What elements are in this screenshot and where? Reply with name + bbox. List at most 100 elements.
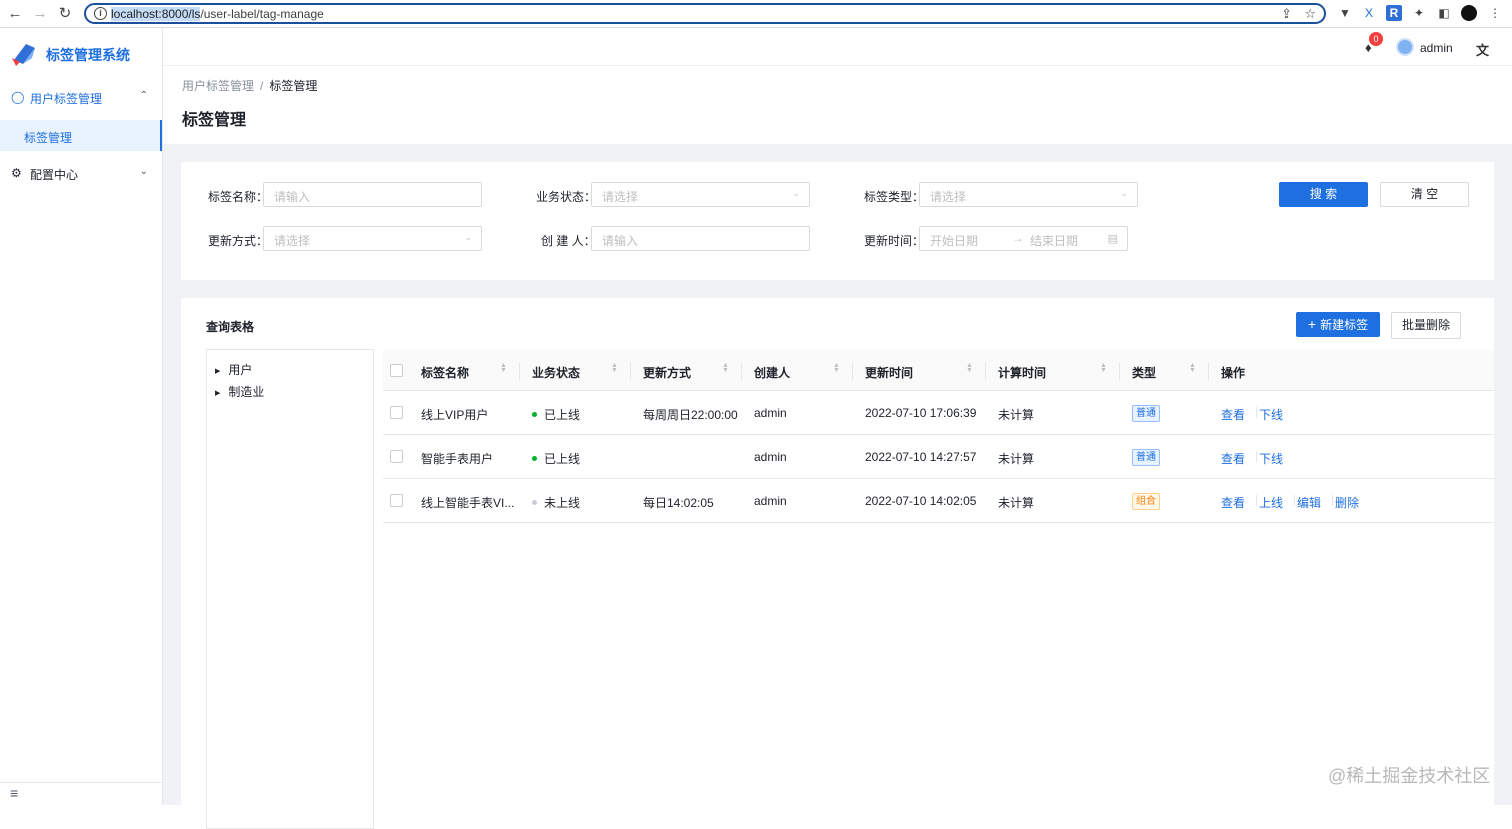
chevron-up-icon: ⌃	[139, 90, 148, 101]
gear-icon: ⚙	[11, 166, 22, 180]
extension-r-icon[interactable]: R	[1386, 5, 1402, 21]
updated-cell: 2022-07-10 17:06:39	[865, 406, 977, 420]
menu-group-user-tags[interactable]: ◯ 用户标签管理 ⌃	[0, 78, 162, 118]
search-button[interactable]: 搜 索	[1279, 182, 1368, 207]
updated-cell: 2022-07-10 14:02:05	[865, 494, 977, 508]
update-mode-cell: 每日14:02:05	[643, 496, 714, 510]
forward-icon[interactable]: →	[30, 4, 50, 24]
biz-status-select[interactable]: 请选择 ⌄	[591, 182, 810, 207]
creator-label: 创 建 人：	[541, 234, 596, 248]
share-icon[interactable]: ⇪	[1281, 6, 1292, 22]
browser-toolbar: ← → ↻ i localhost:8000/ls/user-label/tag…	[0, 0, 1512, 28]
sidebar-item-tag-manage[interactable]: 标签管理	[0, 120, 162, 151]
url-text[interactable]: localhost:8000/ls/user-label/tag-manage	[111, 7, 324, 21]
status-cell: 已上线	[532, 450, 580, 467]
site-info-icon[interactable]: i	[94, 7, 107, 20]
sort-icon: ▲ ▼	[1100, 362, 1107, 374]
top-header: ♦ 0 admin 文	[163, 28, 1512, 66]
sort-icon: ▲ ▼	[833, 362, 840, 374]
calendar-icon: ▤	[1107, 233, 1118, 245]
back-icon[interactable]: ←	[5, 4, 25, 24]
tree-node[interactable]: ▶ 用户	[215, 361, 252, 378]
tag-type-select[interactable]: 请选择 ⌄	[919, 182, 1138, 207]
extension-x-icon[interactable]: X	[1361, 5, 1377, 21]
type-tag: 普通	[1132, 405, 1160, 422]
row-checkbox[interactable]	[390, 450, 403, 463]
extensions-puzzle-icon[interactable]: ✦	[1411, 5, 1427, 21]
creator-cell: admin	[754, 494, 787, 508]
sort-icon: ▲ ▼	[500, 362, 507, 374]
type-tag: 普通	[1132, 449, 1160, 466]
status-dot	[532, 412, 537, 417]
page-header: 用户标签管理 / 标签管理 标签管理	[163, 66, 1512, 144]
view-link[interactable]: 查看	[1221, 450, 1245, 467]
reload-icon[interactable]: ↻	[55, 4, 75, 24]
address-bar[interactable]: i localhost:8000/ls/user-label/tag-manag…	[84, 3, 1326, 24]
update-time-range[interactable]: 开始日期 → 结束日期 ▤	[919, 226, 1128, 251]
menu-group-label: 用户标签管理	[30, 92, 103, 106]
breadcrumb-current: 标签管理	[269, 79, 318, 93]
column-header[interactable]: 业务状态	[532, 364, 580, 381]
sort-icon: ▲ ▼	[611, 362, 618, 374]
table-row: 智能手表用户 已上线 admin 2022-07-10 14:27:57 未计算…	[383, 435, 1494, 479]
arrow-right-icon: →	[1012, 231, 1024, 245]
sidebar-item-label: 标签管理	[24, 131, 73, 145]
tag-name-input[interactable]: 请输入	[263, 182, 482, 207]
app-title: 标签管理系统	[46, 47, 130, 63]
table-card: 查询表格 + 新建标签 批量删除 ▶ 用户 ▶ 制造业 标签名称 ▲ ▼ 业务状态 ▲ ▼ 更…	[181, 298, 1494, 829]
bookmark-star-icon[interactable]: ☆	[1304, 6, 1316, 22]
status-cell: 未上线	[532, 494, 580, 511]
filter-card: 标签名称： 请输入 业务状态： 请选择 ⌄ 标签类型： 请选择 ⌄ 更新方式： 请选…	[181, 162, 1494, 280]
calc-cell: 未计算	[998, 452, 1035, 466]
avatar[interactable]	[1396, 38, 1414, 56]
plus-icon: +	[1307, 316, 1317, 332]
column-header[interactable]: 标签名称	[421, 364, 469, 381]
browser-menu-icon[interactable]: ⋮	[1487, 5, 1503, 21]
tag-name-cell: 智能手表用户	[421, 452, 494, 466]
column-header[interactable]: 计算时间	[998, 364, 1046, 381]
creator-cell: admin	[754, 406, 787, 420]
translate-icon[interactable]: 文	[1476, 40, 1489, 59]
tag-name-cell: 线上智能手表VI...	[421, 496, 515, 510]
end-date: 结束日期	[1030, 234, 1079, 248]
update-mode-cell: 每周周日22:00:00	[643, 408, 738, 422]
online-link[interactable]: 上线	[1259, 494, 1283, 511]
update-time-label: 更新时间：	[864, 234, 925, 248]
offline-link[interactable]: 下线	[1259, 450, 1283, 467]
menu-group-config[interactable]: ⚙ 配置中心 ⌄	[0, 154, 162, 194]
clear-button[interactable]: 清 空	[1380, 182, 1469, 207]
column-header[interactable]: 类型	[1132, 364, 1156, 381]
offline-link[interactable]: 下线	[1259, 406, 1283, 423]
username[interactable]: admin	[1420, 41, 1453, 55]
tag-name-label: 标签名称：	[208, 190, 269, 204]
update-mode-select[interactable]: 请选择 ⌄	[263, 226, 482, 251]
category-tree: ▶ 用户 ▶ 制造业	[206, 349, 374, 829]
breadcrumb-item[interactable]: 用户标签管理	[182, 79, 254, 93]
batch-delete-button[interactable]: 批量删除	[1391, 312, 1461, 339]
tree-node[interactable]: ▶ 制造业	[215, 383, 264, 400]
type-tag: 组合	[1132, 493, 1160, 510]
row-checkbox[interactable]	[390, 494, 403, 507]
delete-link[interactable]: 删除	[1335, 494, 1359, 511]
collapse-menu-icon[interactable]: ≡	[10, 785, 18, 801]
table-title: 查询表格	[206, 320, 255, 334]
creator-input[interactable]: 请输入	[591, 226, 810, 251]
page-title: 标签管理	[182, 112, 247, 129]
profile-avatar-icon[interactable]	[1461, 5, 1477, 21]
edit-link[interactable]: 编辑	[1297, 494, 1321, 511]
status-dot	[532, 500, 537, 505]
sidebar: 标签管理系统 ◯ 用户标签管理 ⌃ 标签管理 ⚙ 配置中心 ⌄ ≡	[0, 28, 163, 805]
view-link[interactable]: 查看	[1221, 494, 1245, 511]
row-checkbox[interactable]	[390, 406, 403, 419]
select-all-checkbox[interactable]	[390, 364, 403, 377]
divider	[0, 782, 162, 783]
logo-icon	[12, 44, 35, 66]
column-header[interactable]: 更新方式	[643, 364, 691, 381]
extension-v-icon[interactable]: ▼	[1337, 5, 1353, 21]
column-header[interactable]: 更新时间	[865, 364, 913, 381]
side-panel-icon[interactable]: ◧	[1436, 5, 1452, 21]
breadcrumb: 用户标签管理 / 标签管理	[182, 79, 318, 93]
column-header[interactable]: 创建人	[754, 364, 790, 381]
new-tag-button[interactable]: + 新建标签	[1296, 312, 1380, 337]
view-link[interactable]: 查看	[1221, 406, 1245, 423]
